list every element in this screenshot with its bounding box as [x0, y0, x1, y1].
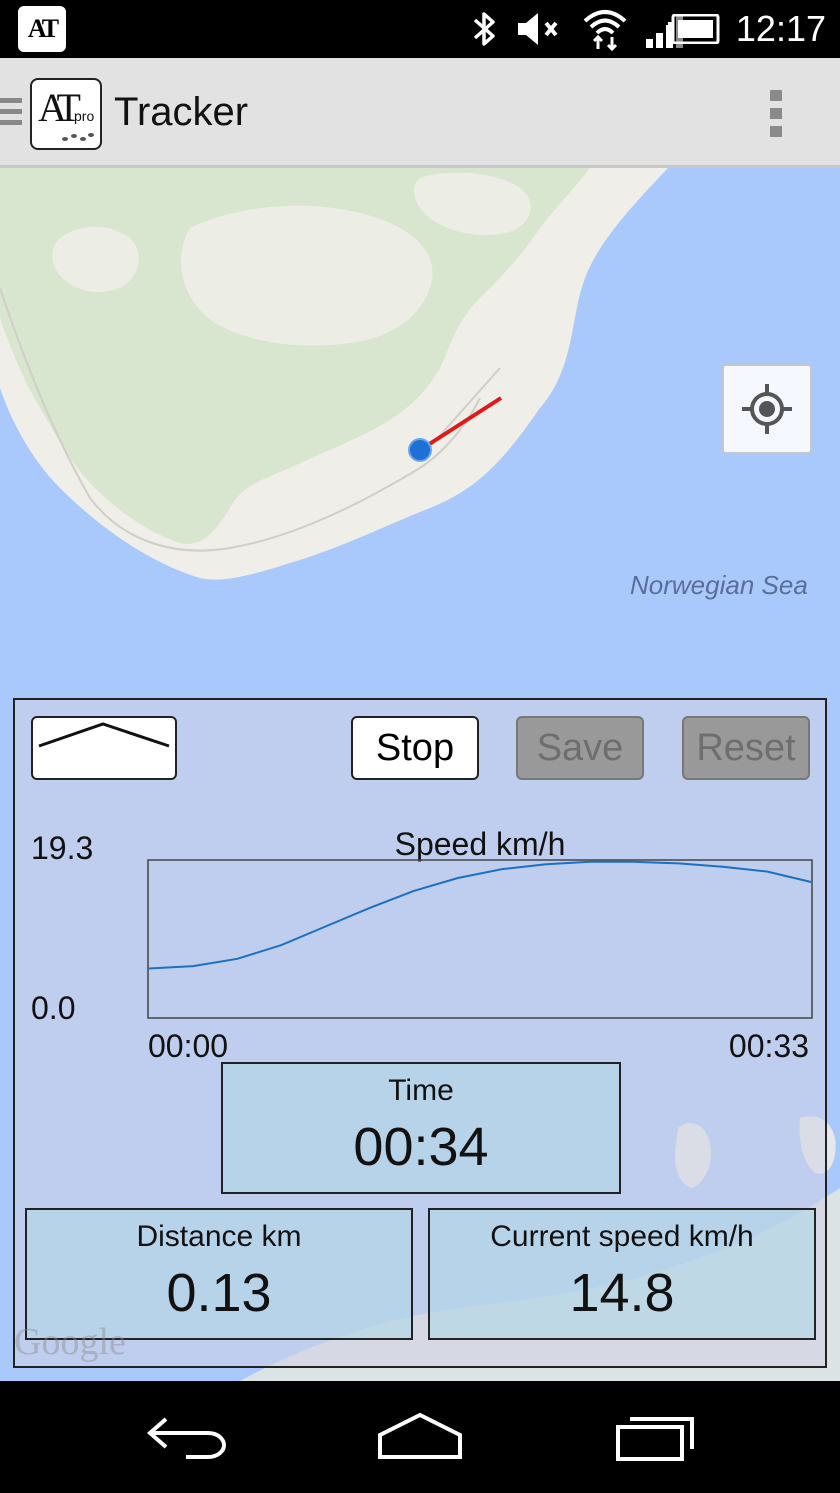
footprints-icon	[62, 133, 94, 141]
collapse-panel-button[interactable]	[31, 716, 177, 780]
drawer-icon[interactable]	[0, 98, 22, 128]
google-attribution: Google	[14, 1321, 126, 1363]
tracker-notification-icon: AT	[18, 6, 66, 52]
app-logo-text: AT	[38, 85, 81, 130]
save-button[interactable]: Save	[516, 716, 644, 780]
back-icon[interactable]	[146, 1411, 228, 1461]
app-logo[interactable]: AT pro	[30, 78, 102, 150]
chart-y-max-label: 19.3	[31, 830, 94, 866]
action-bar: AT pro Tracker	[0, 58, 840, 168]
chart-x-start-label: 00:00	[148, 1028, 229, 1064]
speed-series-line	[148, 860, 812, 970]
status-bar: AT 12:17	[0, 0, 840, 58]
home-icon[interactable]	[376, 1411, 464, 1461]
my-location-button[interactable]	[722, 364, 812, 454]
recents-icon[interactable]	[614, 1411, 698, 1463]
wifi-icon	[583, 10, 627, 51]
navigation-bar	[0, 1381, 840, 1493]
distance-label: Distance km	[136, 1220, 302, 1253]
current-speed-stat: Current speed km/h 14.8	[428, 1208, 816, 1340]
tracker-panel: Stop Save Reset 19.3 0.0 Speed km/h 00:0…	[13, 698, 827, 1368]
page-title: Tracker	[114, 90, 249, 134]
overflow-menu-icon[interactable]	[770, 90, 782, 144]
volume-muted-icon	[518, 13, 558, 45]
time-value: 00:34	[353, 1117, 489, 1177]
app-logo-sub: pro	[74, 108, 95, 124]
my-location-icon	[742, 384, 792, 434]
chevron-up-icon	[38, 722, 170, 748]
current-speed-value: 14.8	[569, 1263, 675, 1323]
current-position-marker	[408, 438, 432, 462]
time-label: Time	[388, 1074, 454, 1107]
chart-x-end-label: 00:33	[728, 1028, 809, 1064]
stop-button[interactable]: Stop	[351, 716, 479, 780]
status-icons	[472, 8, 690, 51]
current-speed-label: Current speed km/h	[490, 1220, 754, 1253]
chart-frame	[147, 859, 813, 1019]
battery-icon	[668, 14, 720, 44]
sea-label: Norwegian Sea	[630, 570, 808, 600]
time-stat: Time 00:34	[221, 1062, 621, 1194]
distance-value: 0.13	[166, 1263, 272, 1323]
chart-title: Speed km/h	[394, 826, 566, 862]
chart-y-min-label: 0.0	[31, 990, 76, 1026]
notification-app-text: AT	[27, 14, 59, 43]
status-time: 12:17	[735, 8, 826, 49]
speed-chart	[147, 859, 813, 1019]
bluetooth-icon	[473, 12, 495, 46]
reset-button[interactable]: Reset	[682, 716, 810, 780]
clearing	[180, 205, 433, 346]
